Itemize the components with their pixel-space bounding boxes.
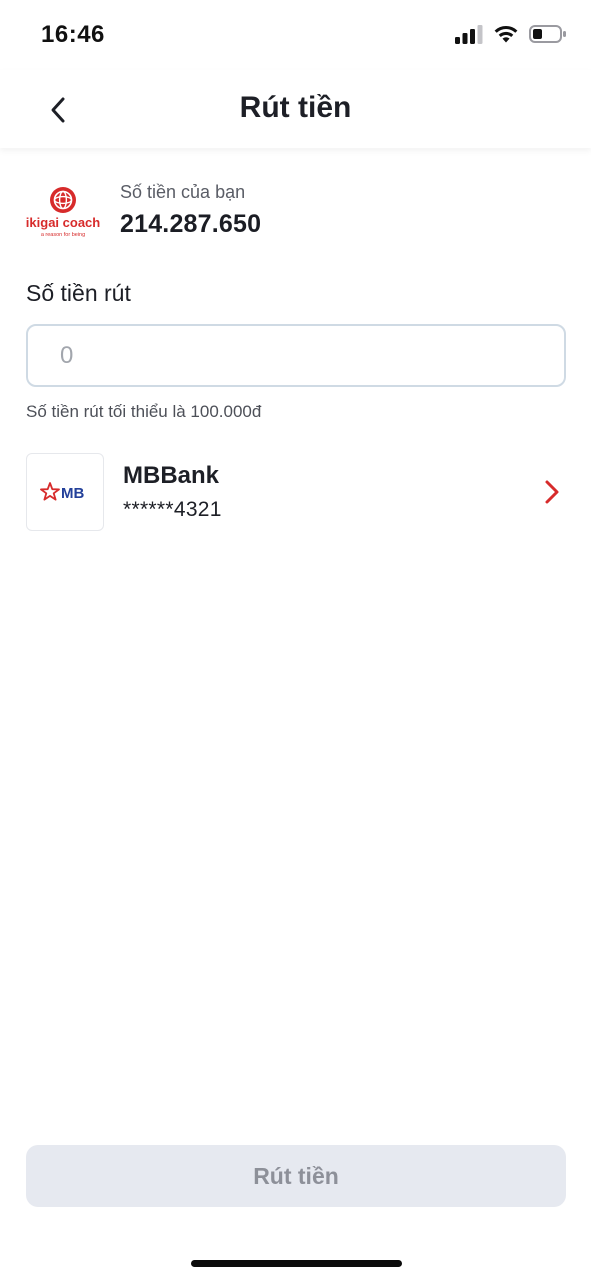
home-indicator xyxy=(191,1260,402,1267)
withdraw-submit-button[interactable]: Rút tiền xyxy=(26,1145,566,1207)
status-bar: 16:46 xyxy=(0,0,591,70)
header: Rút tiền xyxy=(0,70,591,148)
balance-label: Số tiền của bạn xyxy=(120,182,246,202)
battery-icon xyxy=(529,25,566,43)
withdraw-amount-label: Số tiền rút xyxy=(26,280,131,306)
chevron-right-icon xyxy=(545,480,559,504)
svg-text:ikigai coach: ikigai coach xyxy=(26,215,100,230)
svg-text:MB: MB xyxy=(61,485,84,502)
cellular-signal-icon xyxy=(455,25,483,44)
minimum-withdraw-note: Số tiền rút tối thiểu là 100.000đ xyxy=(26,402,262,421)
status-time: 16:46 xyxy=(41,21,105,48)
wallet-balance-section: ikigai coach a reason for being Số tiền … xyxy=(26,180,566,240)
bank-account-selector[interactable]: MB MBBank ******4321 xyxy=(26,453,566,531)
withdraw-amount-input[interactable] xyxy=(26,324,566,387)
balance-amount: 214.287.650 xyxy=(120,210,262,238)
ikigai-coach-logo: ikigai coach a reason for being xyxy=(26,187,100,238)
bank-name: MBBank xyxy=(123,462,220,489)
wifi-icon xyxy=(494,25,518,43)
bank-logo: MB xyxy=(26,453,104,531)
mbbank-logo-icon: MB xyxy=(40,482,84,502)
page-title: Rút tiền xyxy=(239,91,352,124)
status-icons xyxy=(455,24,567,44)
bank-account-number: ******4321 xyxy=(123,498,222,521)
svg-text:a reason for being: a reason for being xyxy=(41,232,85,238)
